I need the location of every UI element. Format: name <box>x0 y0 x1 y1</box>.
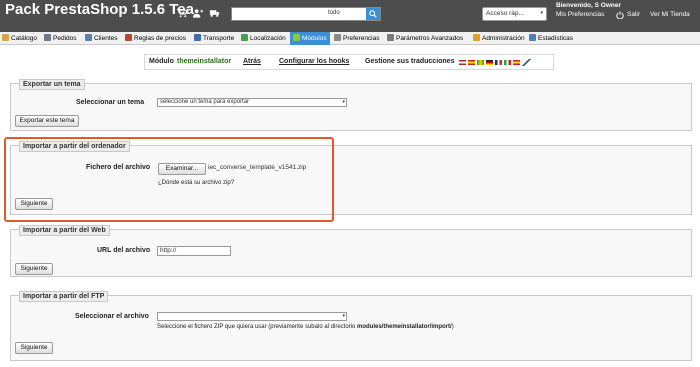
import-web-fieldset: Importar a partir del Web URL del archiv… <box>10 225 692 277</box>
my-preferences-link[interactable]: Mis Preferencias <box>556 11 604 18</box>
quick-access-select[interactable]: Acceso ráp... ▾ <box>482 7 547 21</box>
view-shop-link[interactable]: Ver Mi Tienda <box>650 11 690 18</box>
tab-shipping[interactable]: Transporte <box>194 32 234 45</box>
logout-link[interactable]: Salir <box>627 11 640 18</box>
message-icon[interactable] <box>209 8 220 18</box>
globe-icon <box>241 34 248 41</box>
chevron-down-icon: ▾ <box>342 99 345 105</box>
search-input[interactable] <box>232 8 327 20</box>
export-theme-fieldset: Exportar un tema Seleccionar un tema sel… <box>10 79 692 131</box>
catalog-icon <box>2 34 9 41</box>
tab-label: Transporte <box>203 35 235 42</box>
ftp-hint-text: Seleccione el fichero ZIP que quiera usa… <box>157 324 357 330</box>
search-box: todo <box>231 7 381 21</box>
tab-catalog[interactable]: Catálogo <box>2 32 37 45</box>
tab-label: Catálogo <box>11 35 38 42</box>
tab-advanced-parameters[interactable]: Parámetros Avanzados <box>387 32 463 45</box>
module-label: Módulo <box>149 58 174 65</box>
next-button-web[interactable]: Siguiente <box>15 263 53 275</box>
import-ftp-fieldset: Importar a partir del FTP Seleccionar el… <box>10 291 692 361</box>
translations-label: Gestione sus traducciones <box>365 58 455 65</box>
puzzle-icon <box>293 34 300 41</box>
search-type-select[interactable]: todo <box>328 10 340 16</box>
ftp-hint-path: modules/themeinstallator/import/ <box>357 324 452 330</box>
main-menu: Catálogo Pedidos Clientes Reglas de prec… <box>0 32 700 45</box>
import-ftp-legend: Importar a partir del FTP <box>19 291 109 302</box>
quick-access-label: Acceso ráp... <box>486 10 524 17</box>
back-link[interactable]: Atrás <box>243 58 261 65</box>
theme-select-value: seleccione un tema para exportar <box>160 99 250 105</box>
module-name: themeinstallator <box>177 58 232 65</box>
tab-label: Clientes <box>94 35 118 42</box>
module-toolbar: Módulo themeinstallator Atrás Configurar… <box>144 54 554 70</box>
tab-label: Localización <box>250 35 286 42</box>
tab-label: Estadísticas <box>538 35 574 42</box>
admin-header: Pack PrestaShop 1.5.6 Tea todo Acceso rá… <box>0 0 700 32</box>
url-label: URL del archivo <box>97 247 151 254</box>
next-button-ftp[interactable]: Siguiente <box>15 342 53 354</box>
select-file-label: Seleccionar el archivo <box>75 313 149 320</box>
tab-administration[interactable]: Administración <box>473 32 525 45</box>
ftp-hint-suffix: ) <box>451 324 454 330</box>
tab-orders[interactable]: Pedidos <box>44 32 77 45</box>
tab-label: Pedidos <box>53 35 77 42</box>
flag-en-icon[interactable] <box>459 60 466 65</box>
tab-label: Preferencias <box>343 35 380 42</box>
stats-icon <box>529 34 536 41</box>
power-icon[interactable] <box>616 11 624 19</box>
tab-localization[interactable]: Localización <box>241 32 286 45</box>
highlight-frame <box>4 137 334 222</box>
flag-ca-icon[interactable] <box>513 60 520 65</box>
tab-customers[interactable]: Clientes <box>85 32 117 45</box>
edit-translations-icon[interactable] <box>522 59 531 66</box>
price-rules-icon <box>125 34 132 41</box>
flag-br-icon[interactable] <box>477 60 484 65</box>
ftp-hint: Seleccione el fichero ZIP que quiera usa… <box>157 324 454 330</box>
chevron-down-icon: ▾ <box>540 10 543 16</box>
truck-icon <box>194 34 201 41</box>
export-theme-button[interactable]: Exportar este tema <box>15 115 79 127</box>
welcome-text: Bienvenido, S Owner <box>556 2 622 9</box>
select-theme-label: Seleccionar un tema <box>76 99 145 106</box>
cart-icon[interactable] <box>177 8 188 18</box>
tab-label: Reglas de precios <box>134 35 187 42</box>
tab-preferences[interactable]: Preferencias <box>334 32 380 45</box>
import-web-legend: Importar a partir del Web <box>19 225 110 236</box>
customer-icon[interactable] <box>193 8 204 18</box>
wrench-icon <box>387 34 394 41</box>
search-icon <box>369 10 377 18</box>
cart-icon <box>44 34 51 41</box>
customers-icon <box>85 34 92 41</box>
export-theme-legend: Exportar un tema <box>19 79 85 90</box>
tab-label: Administración <box>482 35 525 42</box>
flag-de-icon[interactable] <box>486 60 493 65</box>
configure-hooks-link[interactable]: Configurar los hooks <box>279 58 349 65</box>
flag-it-icon[interactable] <box>504 60 511 65</box>
flag-es-icon[interactable] <box>468 60 475 65</box>
search-button[interactable] <box>366 8 380 20</box>
admin-icon <box>473 34 480 41</box>
chevron-down-icon: ▾ <box>342 313 345 319</box>
theme-select[interactable]: seleccione un tema para exportar ▾ <box>157 98 347 107</box>
ftp-file-select[interactable]: ▾ <box>157 312 347 321</box>
tab-modules[interactable]: Módulos <box>290 32 330 45</box>
shop-name[interactable]: Pack PrestaShop 1.5.6 Tea <box>5 1 194 18</box>
flag-fr-icon[interactable] <box>495 60 502 65</box>
tab-label: Parámetros Avanzados <box>396 35 464 42</box>
tab-price-rules[interactable]: Reglas de precios <box>125 32 186 45</box>
tab-stats[interactable]: Estadísticas <box>529 32 573 45</box>
url-input[interactable]: http:// <box>157 246 231 256</box>
tab-label: Módulos <box>302 35 327 42</box>
preferences-icon <box>334 34 341 41</box>
